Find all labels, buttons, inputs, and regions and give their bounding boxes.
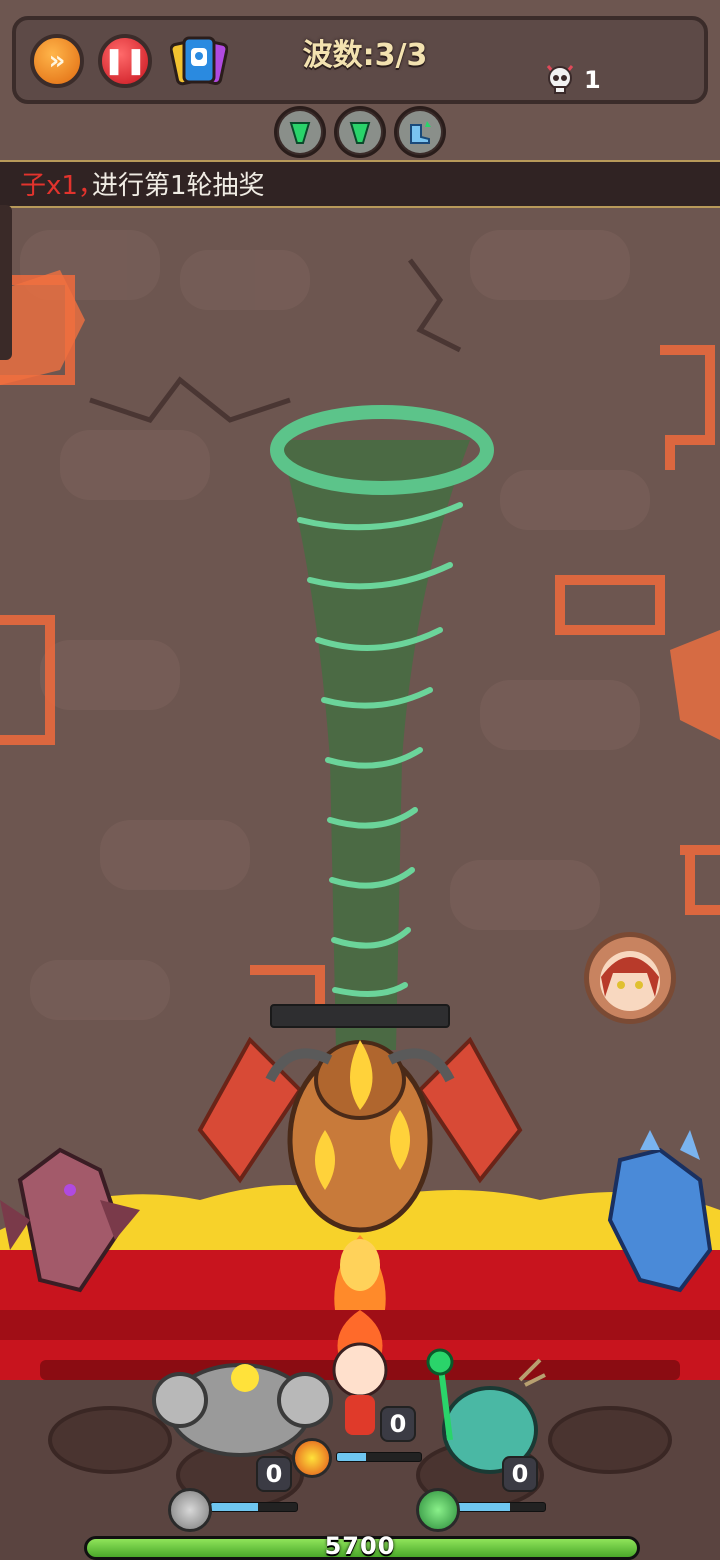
fire-skill-icon[interactable] xyxy=(292,1438,332,1478)
lottery-announcement-banner: 子x1， 进行第1轮抽奖 xyxy=(0,160,720,208)
hero-energy-fill xyxy=(457,1503,510,1511)
hero-level-badge: 0 xyxy=(380,1406,416,1442)
base-health-value: 5700 xyxy=(324,1532,396,1560)
buff-slot-2[interactable] xyxy=(334,106,386,158)
boss-health-bar xyxy=(270,1004,450,1028)
green-tornado-buff-icon xyxy=(279,111,321,153)
golem-skill-icon[interactable] xyxy=(168,1488,212,1532)
speed-up-button[interactable]: » xyxy=(30,34,84,88)
announcement-text: 进行第1轮抽奖 xyxy=(92,171,265,201)
hero-energy-bar xyxy=(336,1452,422,1462)
kill-count: 1 xyxy=(584,66,601,94)
pause-button[interactable]: ❚❚ xyxy=(98,34,152,88)
pause-icon: ❚❚ xyxy=(103,46,147,76)
wind-skill-icon[interactable] xyxy=(416,1488,460,1532)
hero-cards-button[interactable] xyxy=(169,34,229,88)
hero-energy-fill xyxy=(211,1503,259,1511)
hero-level-badge: 0 xyxy=(502,1456,538,1492)
hero-energy-bar xyxy=(456,1502,546,1512)
buff-slot-3[interactable] xyxy=(394,106,446,158)
buff-slot-1[interactable] xyxy=(274,106,326,158)
wave-counter: 波数:3/3 xyxy=(302,38,428,73)
fast-forward-icon: » xyxy=(48,46,66,76)
hero-energy-bar xyxy=(210,1502,298,1512)
cards-icon xyxy=(169,36,229,86)
hero-level-badge: 0 xyxy=(256,1456,292,1492)
blue-boot-speed-buff-icon xyxy=(399,111,441,153)
green-tornado-buff-icon xyxy=(339,111,381,153)
side-drawer-tab[interactable] xyxy=(0,205,12,360)
battle-scene xyxy=(0,0,720,1560)
hero-energy-fill xyxy=(337,1453,367,1461)
skull-kill-icon xyxy=(546,65,574,94)
enemy-portrait-icon[interactable] xyxy=(584,932,676,1024)
